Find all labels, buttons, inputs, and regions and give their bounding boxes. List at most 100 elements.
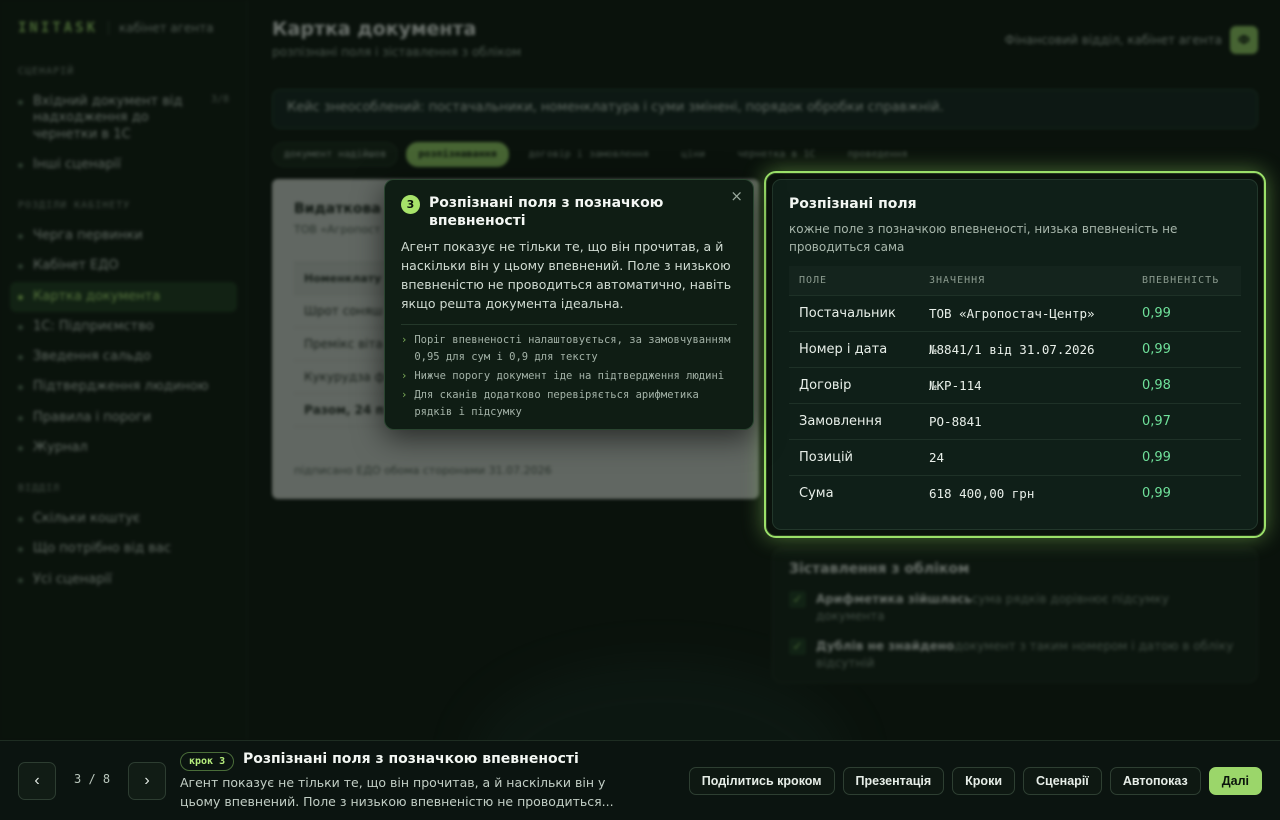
step-chip-recognition[interactable]: розпізнавання bbox=[406, 142, 509, 167]
sidebar-section-title: ВІДДІЛ bbox=[18, 483, 61, 494]
step-chip-prices[interactable]: ціни bbox=[669, 142, 717, 167]
table-row[interactable]: Договір №КР-114 0,98 bbox=[789, 367, 1241, 404]
scenario-progress: 3/8 bbox=[210, 94, 229, 105]
sidebar-item-label: Кабінет ЕДО bbox=[33, 258, 119, 274]
sidebar-item-balance[interactable]: Зведення сальдо bbox=[18, 342, 237, 372]
popover-header: 3 Розпізнані поля з позначкою впевненост… bbox=[401, 194, 737, 230]
field-value: №КР-114 bbox=[919, 367, 1132, 404]
bullet-icon bbox=[18, 324, 23, 330]
field-name: Номер і дата bbox=[789, 331, 919, 368]
bullet-icon bbox=[18, 445, 23, 451]
sidebar-item-label: Журнал bbox=[33, 439, 88, 455]
account-area[interactable]: Фінансовий відділ, кабінет агента Ф bbox=[1005, 26, 1258, 54]
next-button[interactable]: Далі bbox=[1208, 767, 1262, 795]
autoplay-button[interactable]: Автопоказ bbox=[1109, 767, 1201, 795]
field-confidence: 0,99 bbox=[1132, 475, 1241, 512]
table-row[interactable]: Сума 618 400,00 грн 0,99 bbox=[789, 475, 1241, 512]
recognized-fields-table: ПОЛЕ ЗНАЧЕННЯ ВПЕВНЕНІСТЬ Постачальник Т… bbox=[789, 266, 1241, 512]
match-row: ✓ Арифметика зійшласьсума рядків дорівню… bbox=[789, 591, 1241, 626]
sidebar-item-pricing[interactable]: Скільки коштує bbox=[18, 504, 237, 534]
popover-bullet: › Нижче порогу документ іде на підтвердж… bbox=[401, 368, 737, 385]
next-step-button[interactable]: › bbox=[128, 762, 166, 800]
share-step-button[interactable]: Поділитись кроком bbox=[688, 767, 835, 795]
anonymized-case-banner: Кейс знеособлений: постачальники, номенк… bbox=[272, 89, 1258, 129]
popover-divider bbox=[401, 324, 737, 326]
column-header-field: ПОЛЕ bbox=[789, 266, 919, 296]
sidebar-item-label: Що потрібно від вас bbox=[33, 541, 171, 557]
match-text: Дублів не знайденодокумент з таким номер… bbox=[816, 638, 1241, 673]
popover-bullet: › Для сканів додатково перевіряється ари… bbox=[401, 387, 737, 421]
step-chip-draft[interactable]: чернетка в 1С bbox=[725, 142, 827, 167]
sidebar-item-label: Усі сценарії bbox=[33, 571, 112, 587]
ledger-match-title: Зіставлення з обліком bbox=[789, 561, 970, 577]
table-row[interactable]: Постачальник ТОВ «Агропостач-Центр» 0,99 bbox=[789, 295, 1241, 332]
sidebar-item-queue[interactable]: Черга первинки bbox=[18, 221, 237, 251]
brand-logo[interactable]: INITASK bbox=[18, 20, 98, 36]
field-name: Замовлення bbox=[789, 403, 919, 440]
step-chip-received[interactable]: документ надійшов bbox=[272, 142, 399, 167]
step-chip-contract[interactable]: договір і замовлення bbox=[517, 142, 661, 167]
account-label: Фінансовий відділ, кабінет агента bbox=[1004, 33, 1222, 47]
match-label: Арифметика зійшлась bbox=[816, 592, 972, 606]
popover-bullet: › Поріг впевненості налаштовується, за з… bbox=[401, 332, 737, 366]
bullet-icon bbox=[18, 517, 23, 522]
table-row[interactable]: Номер і дата №8841/1 від 31.07.2026 0,99 bbox=[789, 331, 1241, 368]
scenarios-button[interactable]: Сценарії bbox=[1023, 767, 1102, 795]
sidebar-item-all-scenarios[interactable]: Усі сценарії bbox=[18, 565, 237, 595]
page-subtitle: розпізнані поля і зіставлення з обліком bbox=[272, 45, 522, 59]
field-value: 618 400,00 грн bbox=[919, 475, 1132, 512]
bullet-icon bbox=[18, 162, 23, 168]
tour-popover: × 3 Розпізнані поля з позначкою впевнено… bbox=[384, 179, 754, 430]
field-value: ТОВ «Агропостач-Центр» bbox=[919, 295, 1132, 332]
sidebar-item-label: Вхідний документ від надходження до черн… bbox=[33, 94, 183, 142]
brand-subtitle: кабінет агента bbox=[119, 21, 214, 35]
bullet-icon bbox=[18, 234, 23, 239]
step-chip-posting[interactable]: проведення bbox=[835, 142, 919, 167]
bullet-icon bbox=[18, 385, 23, 391]
chevron-right-icon: › bbox=[401, 334, 408, 347]
tour-bar: ‹ 3 / 8 › крок 3 Розпізнані поля з позна… bbox=[0, 740, 1280, 820]
field-confidence: 0,98 bbox=[1132, 367, 1241, 404]
sidebar-item-label: Інші сценарії bbox=[33, 156, 121, 172]
sidebar-item-scenario[interactable]: Вхідний документ від надходження до черн… bbox=[18, 87, 237, 150]
avatar[interactable]: Ф bbox=[1230, 26, 1258, 54]
app: INITASK кабінет агента СЦЕНАРІЙ Вхідний … bbox=[0, 0, 1280, 820]
check-icon: ✓ bbox=[789, 591, 806, 608]
sidebar: INITASK кабінет агента СЦЕНАРІЙ Вхідний … bbox=[0, 0, 248, 740]
sidebar-item-1c[interactable]: 1С: Підприємство bbox=[18, 312, 237, 342]
match-row: ✓ Дублів не знайденодокумент з таким ном… bbox=[789, 637, 1241, 673]
tour-step-description: Агент показує не тільки те, що він прочи… bbox=[180, 775, 614, 809]
sidebar-item-label: Картка документа bbox=[33, 288, 161, 304]
bullet-icon bbox=[18, 415, 23, 421]
sidebar-item-other-scenarios[interactable]: Інші сценарії bbox=[18, 150, 237, 180]
step-number-badge: 3 bbox=[401, 195, 420, 214]
field-confidence: 0,99 bbox=[1132, 439, 1241, 476]
sidebar-section-title: СЦЕНАРІЙ bbox=[18, 66, 75, 77]
sidebar-item-label: Черга первинки bbox=[33, 228, 143, 243]
column-header-value: ЗНАЧЕННЯ bbox=[919, 266, 1132, 296]
field-name: Постачальник bbox=[789, 295, 919, 332]
tour-actions: Поділитись кроком Презентація Кроки Сцен… bbox=[688, 767, 1262, 795]
field-name: Договір bbox=[789, 367, 919, 404]
bullet-icon bbox=[18, 577, 23, 583]
field-value: 24 bbox=[919, 439, 1132, 476]
sidebar-item-journal[interactable]: Журнал bbox=[18, 433, 237, 463]
table-row[interactable]: Замовлення PO-8841 0,97 bbox=[789, 403, 1241, 440]
sidebar-item-label: Скільки коштує bbox=[33, 511, 141, 526]
ledger-match-card: Зіставлення з обліком ✓ Арифметика зійшл… bbox=[772, 548, 1258, 683]
sidebar-item-label: Підтвердження людиною bbox=[33, 379, 209, 395]
sidebar-item-document-card[interactable]: Картка документа bbox=[10, 281, 237, 312]
table-row[interactable]: Позицій 24 0,99 bbox=[789, 439, 1241, 476]
sidebar-item-rules[interactable]: Правила і пороги bbox=[18, 403, 237, 433]
steps-button[interactable]: Кроки bbox=[952, 767, 1016, 795]
close-icon[interactable]: × bbox=[730, 187, 743, 205]
prev-step-button[interactable]: ‹ bbox=[18, 762, 56, 800]
sidebar-item-requirements[interactable]: Що потрібно від вас bbox=[18, 534, 237, 564]
sidebar-item-confirmation[interactable]: Підтвердження людиною bbox=[18, 372, 237, 402]
presentation-button[interactable]: Презентація bbox=[842, 767, 945, 795]
sidebar-item-edo[interactable]: Кабінет ЕДО bbox=[18, 251, 237, 281]
field-name: Позицій bbox=[789, 439, 919, 476]
chevron-right-icon: › bbox=[401, 388, 408, 401]
popover-body: Агент показує не тільки те, що він прочи… bbox=[401, 239, 732, 311]
tour-step-title: Розпізнані поля з позначкою впевненості bbox=[243, 751, 579, 767]
